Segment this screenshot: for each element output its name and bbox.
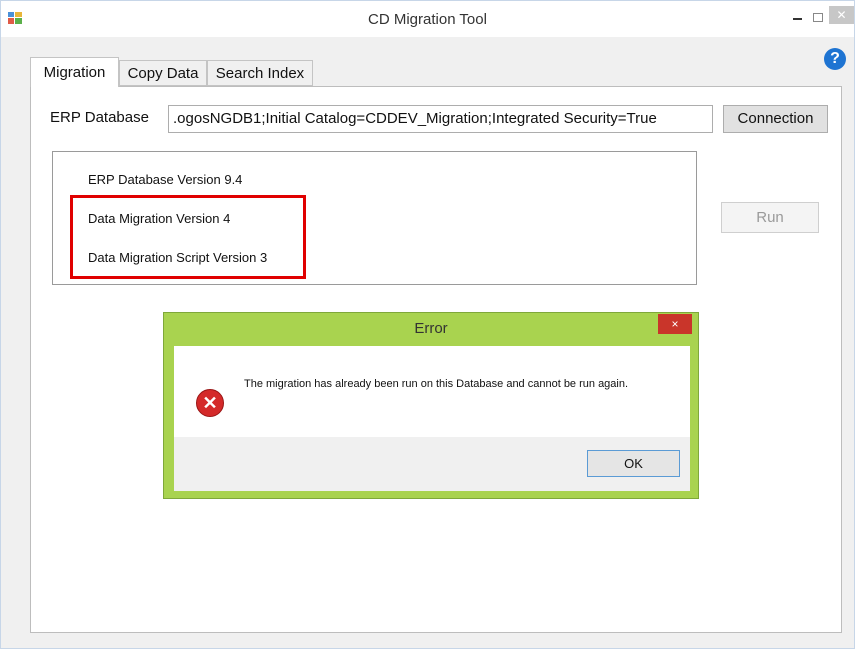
main-window: CD Migration Tool ✕ ? Migration Copy Dat… (0, 0, 855, 649)
maximize-icon[interactable] (808, 9, 826, 25)
window-title: CD Migration Tool (368, 11, 487, 28)
connection-string-input[interactable]: .ogosNGDB1;Initial Catalog=CDDEV_Migrati… (168, 105, 713, 133)
connection-button[interactable]: Connection (723, 105, 828, 133)
close-icon[interactable]: ✕ (829, 6, 854, 24)
highlight-annotation (70, 195, 306, 279)
tab-copy-data[interactable]: Copy Data (119, 60, 207, 86)
dialog-close-icon[interactable]: × (658, 314, 692, 334)
minimize-icon[interactable] (788, 9, 808, 25)
title-bar: CD Migration Tool ✕ (1, 1, 854, 37)
dialog-title: Error (414, 320, 448, 337)
erp-version-text: ERP Database Version 9.4 (88, 172, 243, 187)
tab-search-index[interactable]: Search Index (207, 60, 313, 86)
dialog-message: The migration has already been run on th… (244, 378, 629, 390)
erp-database-label: ERP Database (50, 109, 149, 126)
help-icon[interactable]: ? (824, 48, 846, 70)
tab-migration[interactable]: Migration (30, 57, 119, 87)
ok-button[interactable]: OK (587, 450, 680, 477)
run-button[interactable]: Run (721, 202, 819, 233)
dialog-body (174, 346, 690, 437)
error-icon: ✕ (196, 389, 224, 417)
